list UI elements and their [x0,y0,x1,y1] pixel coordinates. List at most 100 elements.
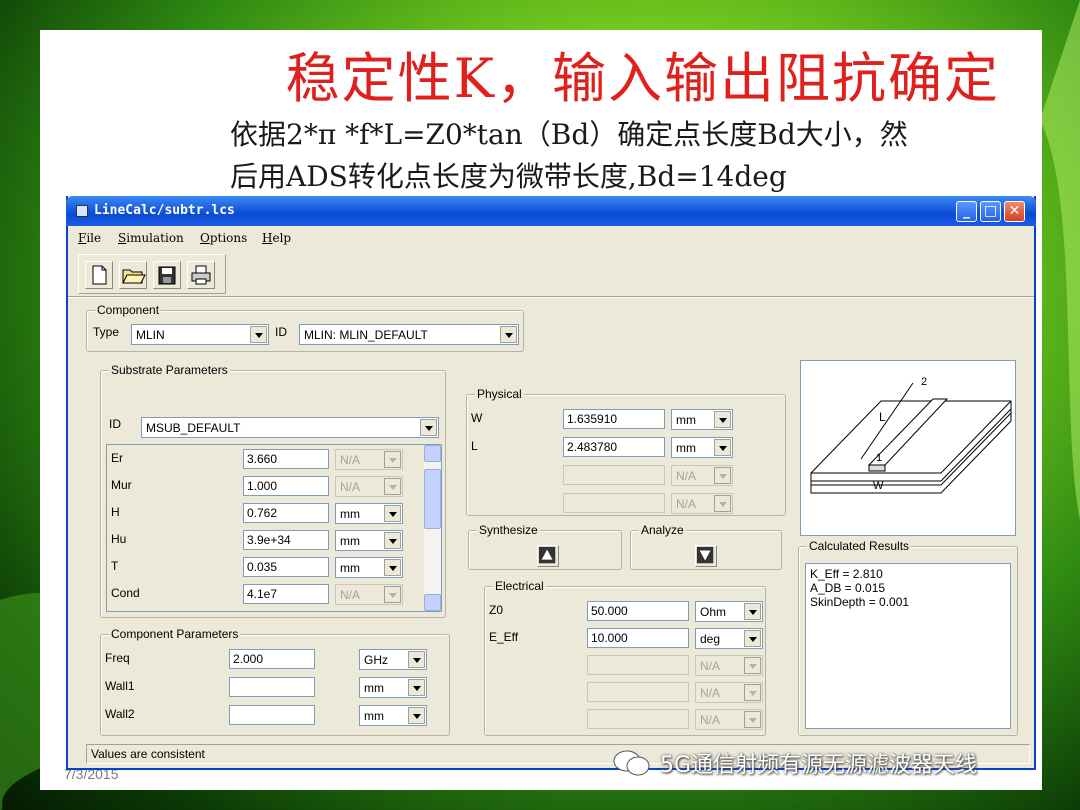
chevron-down-icon[interactable] [408,707,425,724]
electrical-param-label: E_Eff [489,630,519,644]
menu-file[interactable]: File [78,231,101,245]
chevron-down-icon[interactable] [408,679,425,696]
substrate-param-unit-value: mm [340,534,360,548]
menu-simulation[interactable]: Simulation [118,231,184,245]
results-label: Calculated Results [807,539,912,553]
physical-param-unit[interactable]: mm [671,409,733,430]
chevron-down-icon[interactable] [744,630,761,647]
substrate-param-unit[interactable]: mm [335,530,403,551]
chevron-down-icon[interactable] [384,559,401,576]
physical-param-unit: N/A [671,465,733,486]
substrate-id-dropdown[interactable]: MSUB_DEFAULT [141,417,439,438]
scroll-down-button[interactable] [424,594,441,611]
substrate-param-unit-value: N/A [340,588,361,602]
physical-param-unit[interactable]: mm [671,437,733,458]
substrate-scrollbar[interactable] [424,445,441,611]
close-button[interactable]: ✕ [1004,201,1025,222]
electrical-param-unit-value: N/A [700,659,721,673]
component-param-unit[interactable]: mm [359,677,427,698]
electrical-param-unit[interactable]: Ohm [695,601,763,622]
physical-param-unit: N/A [671,493,733,514]
component-param-value[interactable]: 2.000 [229,649,315,669]
chevron-down-icon[interactable] [744,603,761,620]
result-a-db: A_DB = 0.015 [810,581,886,595]
electrical-param-unit[interactable]: deg [695,628,763,649]
substrate-param-label: Cond [111,586,140,600]
new-button[interactable] [85,261,113,289]
component-param-unit[interactable]: mm [359,705,427,726]
result-k-eff: K_Eff = 2.810 [810,567,883,581]
window-titlebar[interactable]: LineCalc/subtr.lcs _ □ ✕ [66,196,1036,226]
component-param-unit-value: GHz [364,653,388,667]
maximize-button[interactable]: □ [980,201,1001,222]
chevron-down-icon[interactable] [714,411,731,428]
chevron-down-icon[interactable] [420,419,437,436]
chevron-down-icon [384,586,401,603]
type-dropdown[interactable]: MLIN [131,324,269,345]
physical-param-unit-value: mm [676,413,696,427]
component-param-unit-value: mm [364,709,384,723]
electrical-param-unit: N/A [695,655,763,676]
physical-group: Physical W 1.635910 mm L 2.483780 mm N/A N/A [466,387,786,516]
substrate-param-label: T [111,559,119,573]
substrate-param-unit-value: mm [340,507,360,521]
electrical-param-value [587,709,689,729]
chevron-down-icon[interactable] [714,439,731,456]
toolbar [78,254,226,294]
electrical-param-value[interactable]: 10.000 [587,628,689,648]
menu-options[interactable]: Options [200,231,247,245]
chevron-down-icon[interactable] [384,532,401,549]
scroll-thumb[interactable] [424,469,441,529]
menu-bar: File Simulation Options Help [68,228,1034,250]
chevron-down-icon [384,451,401,468]
chevron-down-icon[interactable] [250,326,267,343]
substrate-param-label: Mur [111,478,132,492]
component-group-label: Component [95,303,162,317]
substrate-param-value[interactable]: 0.035 [243,557,329,577]
physical-param-label: W [471,411,483,425]
electrical-param-value[interactable]: 50.000 [587,601,689,621]
scroll-up-button[interactable] [424,445,441,462]
chevron-down-icon[interactable] [384,505,401,522]
chevron-down-icon [744,657,761,674]
substrate-param-list[interactable]: Er 3.660 N/A Mur 1.000 N/A H 0.762 mm Hu 3.9e+34 mm… [106,444,442,612]
substrate-param-value[interactable]: 0.762 [243,503,329,523]
substrate-param-unit-value: N/A [340,480,361,494]
analyze-group: Analyze [630,523,782,570]
component-params-group: Component Parameters Freq 2.000 GHz Wall1 mm… [100,627,450,736]
substrate-param-value[interactable]: 3.660 [243,449,329,469]
component-param-value[interactable] [229,705,315,725]
electrical-param-unit-value: N/A [700,713,721,727]
physical-group-label: Physical [475,387,524,401]
component-param-unit[interactable]: GHz [359,649,427,670]
minimize-button[interactable]: _ [956,201,977,222]
slide-subtitle-line-1: 依据2*π *f*L=Z0*tan（Bd）确定点长度Bd大小，然 [230,118,908,151]
physical-param-unit-value: N/A [676,497,697,511]
menu-help[interactable]: Help [262,231,291,245]
arrow-down-icon [696,546,714,564]
physical-param-value[interactable]: 1.635910 [563,409,665,429]
substrate-param-value[interactable]: 3.9e+34 [243,530,329,550]
print-button[interactable] [187,261,215,289]
component-id-dropdown[interactable]: MLIN: MLIN_DEFAULT [299,324,519,345]
chevron-down-icon [744,711,761,728]
chevron-down-icon[interactable] [500,326,517,343]
substrate-param-value[interactable]: 1.000 [243,476,329,496]
open-button[interactable] [119,261,147,289]
substrate-param-value[interactable]: 4.1e7 [243,584,329,604]
component-param-value[interactable] [229,677,315,697]
physical-param-value [563,493,665,513]
linecalc-window: LineCalc/subtr.lcs _ □ ✕ File Simulation… [66,196,1036,770]
substrate-param-unit[interactable]: mm [335,503,403,524]
substrate-param-unit: N/A [335,584,403,605]
chevron-down-icon[interactable] [408,651,425,668]
synthesize-button[interactable] [537,545,559,567]
analyze-button[interactable] [695,545,717,567]
microstrip-diagram: L 1 2 W [800,360,1016,536]
chevron-down-icon [714,495,731,512]
save-button[interactable] [153,261,181,289]
physical-param-value[interactable]: 2.483780 [563,437,665,457]
substrate-param-unit[interactable]: mm [335,557,403,578]
microstrip-illustration: L 1 2 W [810,376,1012,494]
window-title: LineCalc/subtr.lcs [94,203,235,218]
